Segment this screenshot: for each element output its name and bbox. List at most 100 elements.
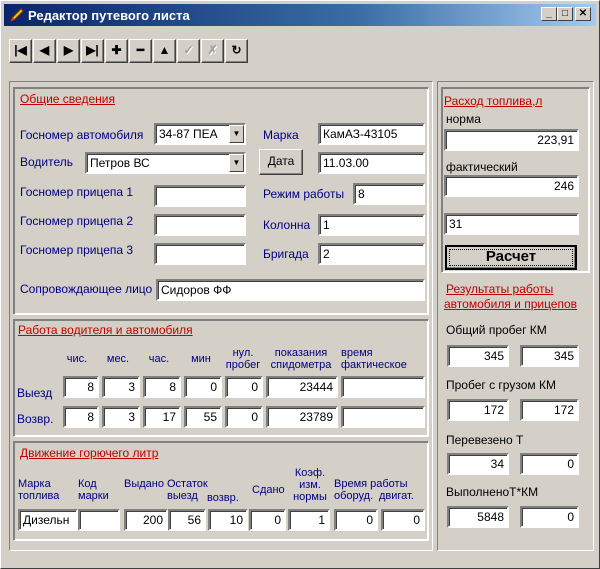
driver-combo[interactable]: Петров ВС ▼ [85, 152, 246, 174]
trailer1-label: Госномер прицепа 1 [20, 185, 134, 199]
main-window: Редактор путевого листа _ □ ✕ |◀ ◀ ▶ ▶| … [0, 0, 600, 569]
equip-time-field[interactable]: 0 [334, 509, 378, 531]
calculate-button[interactable]: Расчет [445, 245, 577, 270]
trailer3-field[interactable] [154, 243, 246, 265]
return-actual-time-field[interactable] [341, 406, 425, 428]
code-header-1: Код [78, 478, 97, 490]
total-run-field-2[interactable]: 345 [520, 345, 579, 367]
issued-header: Выдано [124, 478, 164, 490]
remain-ret-header: возвр. [207, 492, 239, 504]
return-day-field[interactable]: 8 [63, 406, 99, 428]
work-time-equip-header: оборуд. [334, 490, 374, 502]
first-record-icon[interactable]: |◀ [9, 39, 32, 63]
refresh-icon[interactable]: ↻ [225, 39, 248, 63]
extra-field[interactable]: 31 [444, 213, 579, 235]
departure-label: Выезд [17, 386, 53, 400]
work-mode-label: Режим работы [263, 187, 345, 201]
minimize-button[interactable]: _ [541, 7, 557, 21]
departure-hour-field[interactable]: 8 [143, 376, 181, 398]
code-header-2: марки [78, 490, 109, 502]
chevron-down-icon[interactable]: ▼ [229, 125, 244, 143]
done-tkm-field-1[interactable]: 5848 [447, 506, 509, 528]
post-check-icon: ✓ [177, 39, 200, 63]
vehicle-plate-value: 34-87 ПЕА [159, 127, 218, 141]
engine-time-field[interactable]: 0 [381, 509, 425, 531]
fuel-brand-header-1: Марка [18, 478, 51, 490]
departure-month-field[interactable]: 3 [102, 376, 140, 398]
maximize-button[interactable]: □ [557, 7, 573, 21]
date-button[interactable]: Дата [259, 149, 303, 175]
remain-ret-field[interactable]: 10 [208, 509, 248, 531]
window-title: Редактор путевого листа [28, 8, 190, 23]
transported-field-2[interactable]: 0 [520, 453, 579, 475]
cargo-run-label: Пробег с грузом КМ [446, 378, 556, 392]
chevron-down-icon[interactable]: ▼ [229, 154, 244, 172]
trailer3-label: Госномер прицепа 3 [20, 243, 134, 257]
odometer-header-2: спидометра [270, 359, 332, 371]
done-tkm-field-2[interactable]: 0 [520, 506, 579, 528]
driver-value: Петров ВС [90, 156, 150, 170]
results-group-label-2: автомобиля и прицепов [444, 297, 578, 311]
total-run-field-1[interactable]: 345 [447, 345, 509, 367]
brigade-field[interactable]: 2 [318, 243, 425, 265]
trailer2-field[interactable] [154, 214, 246, 236]
edit-icon[interactable]: ▲ [153, 39, 176, 63]
results-group-label-1: Результаты работы [446, 282, 554, 296]
handed-header: Сдано [252, 484, 285, 496]
cargo-run-field-2[interactable]: 172 [520, 399, 579, 421]
date-field[interactable]: 11.03.00 [318, 152, 425, 174]
prior-record-icon[interactable]: ◀ [33, 39, 56, 63]
fuel-move-group-label: Движение горючего литр [20, 446, 159, 460]
code-field[interactable] [78, 509, 120, 531]
return-zero-run-field[interactable]: 0 [225, 406, 263, 428]
return-minute-field[interactable]: 55 [184, 406, 222, 428]
zero-run-header-1: нул. [232, 347, 254, 359]
zero-run-header-2: пробег [225, 359, 261, 371]
delete-icon[interactable]: ━ [129, 39, 152, 63]
insert-icon[interactable]: ✚ [105, 39, 128, 63]
next-record-icon[interactable]: ▶ [57, 39, 80, 63]
handed-field[interactable]: 0 [249, 509, 286, 531]
departure-day-field[interactable]: 8 [63, 376, 99, 398]
actual-time-header-2: фактическое [341, 359, 407, 371]
transported-label: Перевезено Т [446, 433, 524, 447]
return-hour-field[interactable]: 17 [143, 406, 181, 428]
work-time-header: Время работы [334, 478, 408, 490]
last-record-icon[interactable]: ▶| [81, 39, 104, 63]
vehicle-plate-combo[interactable]: 34-87 ПЕА ▼ [154, 123, 246, 145]
fuel-consumption-group-label: Расход топлива,л [444, 94, 543, 108]
close-button[interactable]: ✕ [575, 7, 591, 21]
departure-actual-time-field[interactable] [341, 376, 425, 398]
fuel-brand-field[interactable]: Дизельн [18, 509, 78, 531]
app-pen-icon [9, 8, 24, 23]
departure-zero-run-field[interactable]: 0 [225, 376, 263, 398]
brand-field[interactable]: КамАЗ-43105 [318, 123, 425, 145]
trailer1-field[interactable] [154, 185, 246, 207]
coef-field[interactable]: 1 [288, 509, 330, 531]
total-run-label: Общий пробег КМ [446, 323, 547, 337]
title-bar[interactable]: Редактор путевого листа _ □ ✕ [4, 4, 596, 26]
cancel-x-icon: ✗ [201, 39, 224, 63]
departure-odometer-field[interactable]: 23444 [266, 376, 338, 398]
issued-field[interactable]: 200 [124, 509, 168, 531]
departure-minute-field[interactable]: 0 [184, 376, 222, 398]
column-label: Колонна [263, 218, 311, 232]
norm-field[interactable]: 223,91 [444, 129, 579, 151]
actual-time-header-1: время [341, 347, 373, 359]
column-field[interactable]: 1 [318, 214, 425, 236]
actual-field[interactable]: 246 [444, 175, 579, 197]
hour-header: час. [148, 353, 170, 365]
day-header: чис. [66, 353, 88, 365]
month-header: мес. [106, 353, 130, 365]
return-odometer-field[interactable]: 23789 [266, 406, 338, 428]
escort-field[interactable]: Сидоров ФФ [156, 279, 425, 301]
work-time-engine-header: двигат. [379, 490, 414, 502]
remain-out-field[interactable]: 56 [168, 509, 206, 531]
cargo-run-field-1[interactable]: 172 [447, 399, 509, 421]
return-month-field[interactable]: 3 [102, 406, 140, 428]
work-mode-field[interactable]: 8 [353, 183, 425, 205]
remain-header: Остаток [167, 478, 208, 490]
transported-field-1[interactable]: 34 [447, 453, 509, 475]
escort-label: Сопровождающее лицо [20, 282, 153, 296]
return-label: Возвр. [17, 412, 54, 426]
